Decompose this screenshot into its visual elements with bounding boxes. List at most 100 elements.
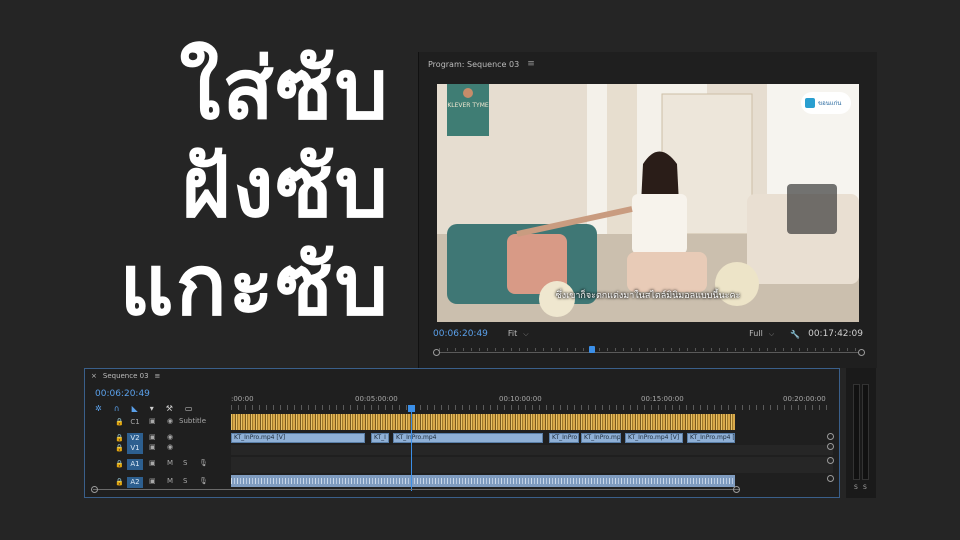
title-line-2: ฝังซับ	[181, 138, 390, 236]
close-icon[interactable]: ×	[91, 372, 97, 380]
program-controls: 00:06:20:49 Fit ⌵ Full ⌵ 🔧 00:17:42:09	[433, 326, 863, 342]
ruler-label: 00:05:00:00	[355, 395, 398, 403]
title-line-1: ใส่ซับ	[179, 40, 390, 138]
ruler-ticks	[231, 405, 831, 410]
program-monitor-title[interactable]: Program: Sequence 03	[428, 60, 519, 69]
fit-dropdown[interactable]: Fit ⌵	[508, 329, 529, 339]
vertical-scroll-handle[interactable]	[827, 433, 834, 440]
track-header-c1: 🔒 C1 ▣ ◉ Subtitle	[85, 417, 231, 429]
ruler-label: 00:20:00:00	[783, 395, 826, 403]
track-name[interactable]: V1	[127, 443, 143, 454]
timeline-tab[interactable]: Sequence 03	[103, 372, 149, 380]
film-icon[interactable]: ▣	[149, 417, 156, 425]
horizontal-scroll-start[interactable]	[91, 486, 98, 493]
eye-icon[interactable]: ◉	[167, 443, 173, 451]
timeline-tools: ✲ ∩ ◣ ▾ ⚒ ▭	[95, 404, 192, 413]
timeline-panel: × Sequence 03 ≡ 00:06:20:49 ✲ ∩ ◣ ▾ ⚒ ▭ …	[84, 368, 840, 498]
video-clip[interactable]: KT_InPro.mp4 [V]	[625, 433, 683, 443]
program-duration: 00:17:42:09	[808, 329, 863, 339]
film-icon[interactable]: ▣	[149, 459, 156, 467]
track-name[interactable]: C1	[127, 417, 143, 428]
video-clip[interactable]: KT_InPro	[549, 433, 579, 443]
thumbnail-title: ใส่ซับ ฝังซับ แกะซับ	[90, 40, 390, 334]
film-icon[interactable]: ▣	[149, 477, 156, 485]
vertical-scroll-handle[interactable]	[827, 443, 834, 450]
nest-icon[interactable]: ✲	[95, 404, 102, 413]
solo-toggle[interactable]: S	[183, 477, 187, 485]
video-clip[interactable]: KT_InPro.mp4 [V]	[687, 433, 735, 443]
brand-badge: KLEVER TYME	[447, 84, 489, 136]
linked-selection-icon[interactable]: ◣	[132, 404, 138, 413]
lock-icon[interactable]: 🔒	[115, 434, 124, 442]
horizontal-scroll-end[interactable]	[733, 486, 740, 493]
audio-track-lane-a1[interactable]	[231, 457, 833, 473]
horizontal-scrollbar[interactable]	[93, 489, 739, 490]
audio-track-lane-a2[interactable]	[231, 475, 735, 487]
captions-icon[interactable]: ▭	[185, 404, 193, 413]
video-clip[interactable]: KT_InPro.mp4 [V]	[231, 433, 365, 443]
video-clip[interactable]: KT_I	[371, 433, 389, 443]
scrub-ticks	[439, 348, 859, 351]
program-playhead[interactable]	[588, 346, 595, 353]
lock-icon[interactable]: 🔒	[115, 444, 124, 452]
track-name[interactable]: A1	[127, 459, 143, 470]
lock-icon[interactable]: 🔒	[115, 460, 124, 468]
mute-toggle[interactable]: M	[167, 477, 173, 485]
snap-icon[interactable]: ∩	[114, 404, 120, 413]
vertical-scroll-handle[interactable]	[827, 457, 834, 464]
brand-logo-icon	[463, 88, 473, 98]
lock-icon[interactable]: 🔒	[115, 478, 124, 486]
mute-toggle[interactable]: M	[167, 459, 173, 467]
solo-toggle[interactable]: S	[183, 459, 187, 467]
video-clip[interactable]: KT_InPro.mp4 [V]	[581, 433, 621, 443]
subtitle-overlay: ซึ่งเขาก็จะตกแต่งมาในสไตล์มินิมอลแบบนี้น…	[555, 291, 741, 301]
timeline-timecode[interactable]: 00:06:20:49	[95, 389, 150, 399]
subtitle-track-lane[interactable]	[231, 414, 735, 430]
eye-icon[interactable]: ◉	[167, 433, 173, 441]
audio-meter-left	[853, 384, 860, 480]
timeline-ruler[interactable]: :00:00 00:05:00:00 00:10:00:00 00:15:00:…	[231, 391, 831, 411]
marker-icon[interactable]: ▾	[150, 404, 154, 413]
audio-meter-right	[862, 384, 869, 480]
track-label: Subtitle	[179, 417, 207, 425]
video-track-lane-v1[interactable]	[231, 445, 833, 455]
hamburger-icon[interactable]: ≡	[155, 372, 161, 380]
eye-icon[interactable]: ◉	[167, 417, 173, 425]
wrench-icon[interactable]: ⚒	[166, 404, 173, 413]
program-current-timecode[interactable]: 00:06:20:49	[433, 329, 488, 339]
video-preview[interactable]: KLEVER TYME ขอนแก่น ซึ่งเขาก็จะตกแต่งมาใ…	[437, 84, 859, 322]
program-monitor-panel: Program: Sequence 03 ≡ KLEVER TYME ขอนแก…	[418, 52, 877, 368]
title-line-3: แกะซับ	[119, 236, 390, 334]
track-header-v1: 🔒 V1 ▣ ◉	[85, 443, 231, 455]
film-icon[interactable]: ▣	[149, 443, 156, 451]
microphone-icon[interactable]: 🎙	[199, 459, 208, 467]
solo-right-button[interactable]: S	[863, 484, 867, 491]
solo-left-button[interactable]: S	[854, 484, 858, 491]
wrench-icon[interactable]: 🔧	[790, 330, 800, 339]
ruler-label: 00:10:00:00	[499, 395, 542, 403]
film-icon[interactable]: ▣	[149, 433, 156, 441]
video-track-lane[interactable]: KT_InPro.mp4 [V] KT_I KT_InPro.mp4 KT_In…	[231, 433, 833, 443]
vertical-scroll-handle[interactable]	[827, 475, 834, 482]
timeline-header: × Sequence 03 ≡	[91, 372, 160, 380]
track-header-a2: 🔒 A2 ▣ M S 🎙	[85, 477, 231, 489]
scrub-end-handle[interactable]	[858, 349, 865, 356]
scrub-line	[433, 352, 865, 353]
program-scrub-bar[interactable]	[433, 346, 865, 356]
chevron-down-icon: ⌵	[768, 330, 775, 338]
lock-icon[interactable]: 🔒	[115, 418, 124, 426]
video-scene	[437, 84, 859, 322]
quality-dropdown[interactable]: Full ⌵	[749, 329, 774, 339]
video-clip[interactable]: KT_InPro.mp4	[393, 433, 543, 443]
timeline-playhead[interactable]	[411, 405, 412, 491]
ruler-label: 00:15:00:00	[641, 395, 684, 403]
hamburger-icon[interactable]: ≡	[527, 59, 535, 69]
program-monitor-header: Program: Sequence 03 ≡	[419, 52, 877, 76]
chevron-down-icon: ⌵	[523, 330, 529, 338]
scrub-start-handle[interactable]	[433, 349, 440, 356]
microphone-icon[interactable]: 🎙	[199, 477, 208, 485]
ruler-label: :00:00	[231, 395, 254, 403]
partner-logo-icon	[805, 98, 815, 108]
audio-waveform	[231, 478, 735, 484]
track-name[interactable]: A2	[127, 477, 143, 488]
